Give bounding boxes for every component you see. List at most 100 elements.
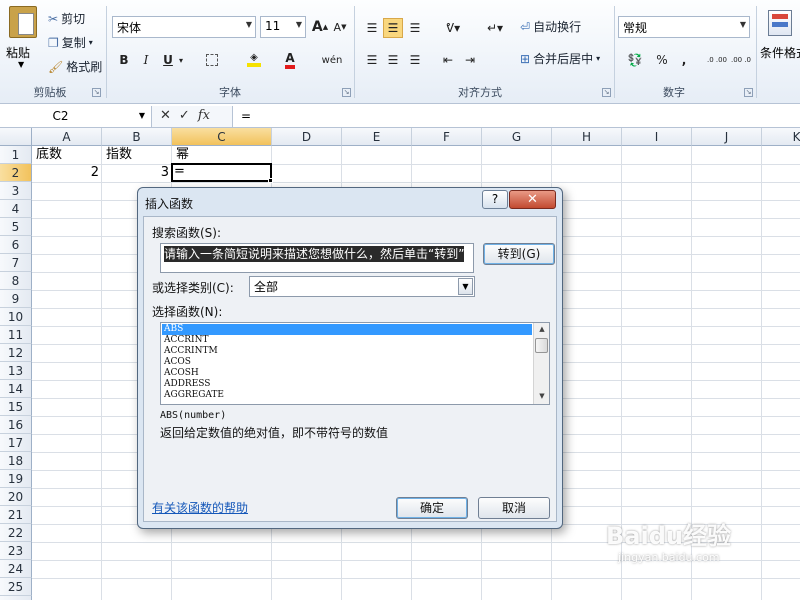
row-header[interactable]: 24	[0, 560, 32, 578]
orientation-icon[interactable]: ᕓ▾	[440, 18, 466, 38]
list-item[interactable]: ACOSH	[162, 368, 532, 379]
insert-function-icon[interactable]: fx	[198, 108, 210, 123]
row-header[interactable]: 23	[0, 542, 32, 560]
column-header-b[interactable]: B	[102, 128, 172, 146]
increase-decimal-button[interactable]: .0 .00	[706, 50, 728, 70]
conditional-format-button[interactable]: 条件格式	[760, 8, 800, 78]
list-item[interactable]: ACCRINTM	[162, 346, 532, 357]
row-header[interactable]: 14	[0, 380, 32, 398]
align-right-icon[interactable]: ☰	[405, 50, 425, 70]
ok-button[interactable]: 确定	[396, 497, 468, 519]
row-header[interactable]: 8	[0, 272, 32, 290]
font-name-select[interactable]: 宋体 ▼	[112, 16, 256, 38]
row-header[interactable]: 3	[0, 182, 32, 200]
list-item[interactable]: AGGREGATE	[162, 390, 532, 401]
scroll-up-icon[interactable]: ▲	[536, 325, 548, 333]
name-box[interactable]: C2 ▼	[0, 106, 152, 127]
cell-b1[interactable]: 指数	[104, 146, 172, 164]
column-header-e[interactable]: E	[342, 128, 412, 146]
fill-color-icon[interactable]: ◈	[244, 50, 264, 70]
list-item[interactable]: ABS	[162, 324, 532, 335]
column-header-d[interactable]: D	[272, 128, 342, 146]
increase-indent-icon[interactable]: ⇥	[460, 50, 480, 70]
row-header[interactable]: 13	[0, 362, 32, 380]
font-launcher-icon[interactable]: ↘	[342, 88, 351, 97]
fill-handle[interactable]	[268, 178, 273, 183]
confirm-entry-icon[interactable]: ✓	[179, 108, 190, 123]
font-size-select[interactable]: 11 ▼	[260, 16, 306, 38]
cancel-entry-icon[interactable]: ✕	[160, 108, 171, 123]
column-header-c[interactable]: C	[172, 128, 272, 146]
alignment-launcher-icon[interactable]: ↘	[602, 88, 611, 97]
copy-button[interactable]: ❐ 复制 ▾	[48, 34, 93, 51]
active-cell-c2[interactable]: =	[171, 163, 272, 182]
scrollbar-thumb[interactable]	[535, 338, 548, 353]
formula-input[interactable]: =	[232, 106, 800, 127]
paste-button[interactable]: 粘贴 ▼	[4, 4, 42, 70]
function-list[interactable]: ABS ACCRINT ACCRINTM ACOS ACOSH ADDRESS …	[160, 322, 550, 405]
phonetic-guide-icon[interactable]: wén	[318, 50, 346, 70]
row-header[interactable]: 20	[0, 488, 32, 506]
help-button[interactable]: ?	[482, 190, 508, 209]
clipboard-launcher-icon[interactable]: ↘	[92, 88, 101, 97]
row-header[interactable]: 25	[0, 578, 32, 596]
italic-button[interactable]: I	[136, 50, 156, 70]
currency-icon[interactable]: 💱	[622, 50, 648, 70]
row-header[interactable]: 19	[0, 470, 32, 488]
close-button[interactable]: ✕	[509, 190, 556, 209]
row-header[interactable]: 17	[0, 434, 32, 452]
wrap-text-button[interactable]: ⏎ 自动换行	[520, 18, 581, 35]
goto-button[interactable]: 转到(G)	[483, 243, 555, 265]
merge-center-button[interactable]: ⊞ 合并后居中 ▾	[520, 50, 600, 67]
row-header[interactable]: 5	[0, 218, 32, 236]
row-header[interactable]: 26	[0, 596, 32, 600]
format-painter-button[interactable]: 🖌 格式刷	[48, 58, 102, 75]
row-header[interactable]: 1	[0, 146, 32, 164]
row-header[interactable]: 18	[0, 452, 32, 470]
column-header-k[interactable]: K	[762, 128, 800, 146]
align-top-icon[interactable]: ☰	[362, 18, 382, 38]
row-header[interactable]: 10	[0, 308, 32, 326]
row-header[interactable]: 15	[0, 398, 32, 416]
search-input[interactable]: 请输入一条简短说明来描述您想做什么，然后单击“转到”	[160, 243, 474, 273]
list-item[interactable]: ADDRESS	[162, 379, 532, 390]
number-format-select[interactable]: 常规 ▼	[618, 16, 750, 38]
row-header[interactable]: 2	[0, 164, 32, 182]
scroll-down-icon[interactable]: ▼	[536, 392, 548, 400]
number-launcher-icon[interactable]: ↘	[744, 88, 753, 97]
list-item[interactable]: ACOS	[162, 357, 532, 368]
align-middle-icon[interactable]: ☰	[383, 18, 403, 38]
align-center-icon[interactable]: ☰	[383, 50, 403, 70]
column-header-j[interactable]: J	[692, 128, 762, 146]
row-header[interactable]: 7	[0, 254, 32, 272]
shrink-font-button[interactable]: A ▼	[330, 17, 350, 37]
decrease-decimal-button[interactable]: .00 .0	[730, 50, 752, 70]
row-header[interactable]: 22	[0, 524, 32, 542]
row-header[interactable]: 16	[0, 416, 32, 434]
row-header[interactable]: 12	[0, 344, 32, 362]
row-header[interactable]: 21	[0, 506, 32, 524]
column-header-f[interactable]: F	[412, 128, 482, 146]
column-header-a[interactable]: A	[32, 128, 102, 146]
align-left-icon[interactable]: ☰	[362, 50, 382, 70]
row-header[interactable]: 9	[0, 290, 32, 308]
category-select[interactable]: 全部 ▼	[249, 276, 475, 297]
cell-c1[interactable]: 幂	[174, 146, 272, 164]
function-help-link[interactable]: 有关该函数的帮助	[152, 499, 248, 516]
select-all-corner[interactable]	[0, 128, 32, 146]
underline-dropdown-icon[interactable]: ▾	[176, 50, 186, 70]
list-item[interactable]: ACCRINT	[162, 335, 532, 346]
column-header-i[interactable]: I	[622, 128, 692, 146]
column-header-h[interactable]: H	[552, 128, 622, 146]
column-header-g[interactable]: G	[482, 128, 552, 146]
row-header[interactable]: 11	[0, 326, 32, 344]
font-color-icon[interactable]: A	[280, 50, 300, 70]
function-list-scrollbar[interactable]: ▲ ▼	[533, 323, 549, 404]
borders-icon[interactable]	[202, 50, 222, 70]
cancel-button[interactable]: 取消	[478, 497, 550, 519]
row-header[interactable]: 6	[0, 236, 32, 254]
cell-b2[interactable]: 3	[102, 164, 171, 182]
row-header[interactable]: 4	[0, 200, 32, 218]
align-bottom-icon[interactable]: ☰	[405, 18, 425, 38]
rtl-icon[interactable]: ↵▾	[482, 18, 508, 38]
